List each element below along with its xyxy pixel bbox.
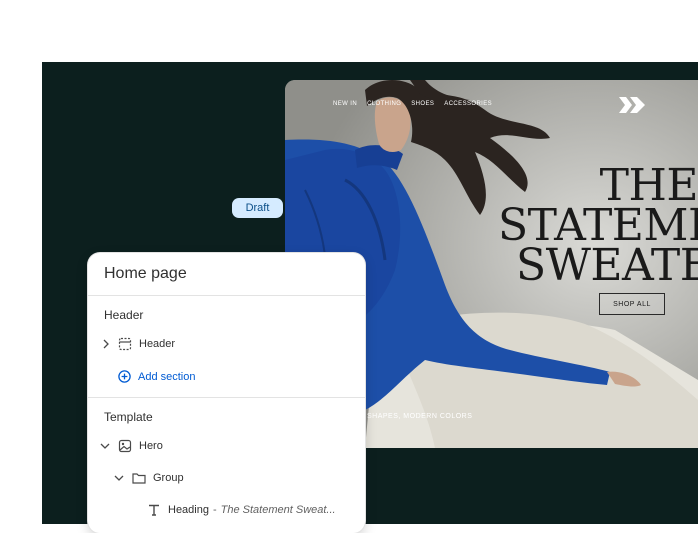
heading-item-label: Heading [168,504,209,516]
store-nav: NEW IN CLOTHING SHOES ACCESSORIES [333,101,492,107]
template-group-title: Template [104,410,153,424]
folder-icon [132,473,146,484]
label-separator: - [212,504,217,516]
heading-block-item[interactable]: Heading - The Statement Sweat... [148,504,336,516]
add-section-label: Add section [138,370,196,383]
divider [88,397,365,398]
add-section-button[interactable]: Add section [118,370,195,383]
draft-badge: Draft [232,198,283,218]
hero-headline: THE STATEMENT SWEATER [498,166,698,286]
headline-line-2: STATEMENT [498,206,698,246]
header-section-item[interactable]: Header [102,337,175,351]
hero-section-item[interactable]: Hero [100,439,163,453]
text-type-icon [149,504,159,516]
header-layout-icon [118,337,132,351]
store-logo-icon [619,97,645,113]
nav-link-shoes[interactable]: SHOES [411,101,434,107]
chevron-right-icon[interactable] [102,339,110,349]
heading-item-value: The Statement Sweat... [220,504,336,516]
nav-link-new-in[interactable]: NEW IN [333,101,357,107]
panel-title: Home page [104,265,187,282]
group-block-item[interactable]: Group [114,472,184,484]
headline-line-1: THE [599,166,698,206]
header-group-title: Header [104,308,144,322]
chevron-down-icon[interactable] [114,474,124,482]
nav-link-accessories[interactable]: ACCESSORIES [444,101,492,107]
divider [88,295,365,296]
header-item-label: Header [139,338,176,350]
hero-item-label: Hero [139,440,163,452]
hero-tagline: SHAPES, MODERN COLORS [367,413,473,420]
shop-all-button[interactable]: SHOP ALL [599,293,665,315]
headline-line-3: SWEATER [516,246,698,286]
nav-link-clothing[interactable]: CLOTHING [367,101,401,107]
image-section-icon [118,439,132,453]
plus-circle-icon [118,370,131,383]
chevron-down-icon[interactable] [100,442,110,450]
sections-panel: Home page Header Header Add section Temp… [88,253,365,533]
group-item-label: Group [153,472,184,484]
